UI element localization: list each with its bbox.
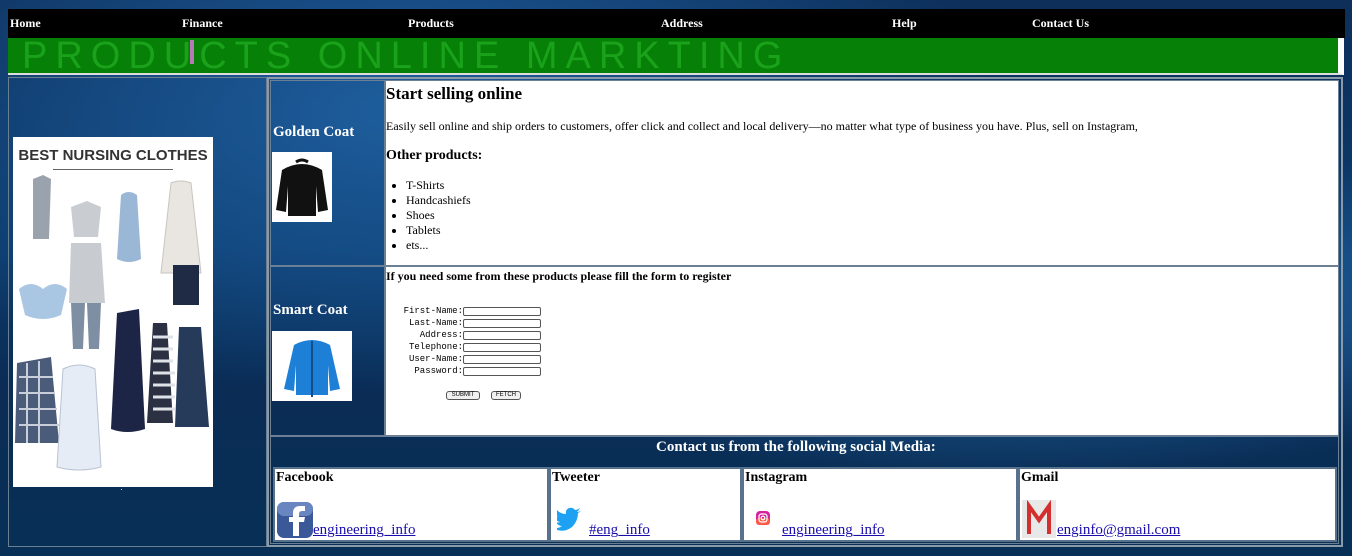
first-name-input[interactable] <box>463 307 541 316</box>
banner-text: PRODUCTS ONLINE MARKTING <box>22 38 791 75</box>
facebook-cell: Facebook engineering_info <box>273 467 549 542</box>
last-name-input[interactable] <box>463 319 541 328</box>
intro-body: Easily sell online and ship orders to cu… <box>386 119 1138 133</box>
telephone-input[interactable] <box>463 343 541 352</box>
fetch-button[interactable]: FETCH <box>491 391 521 400</box>
nav-home-link[interactable]: Home <box>10 16 41 31</box>
twitter-icon[interactable] <box>557 507 583 531</box>
other-products-heading: Other products: <box>386 148 483 163</box>
intro-heading: Start selling online <box>386 84 523 103</box>
nav-address-link[interactable]: Address <box>661 16 703 31</box>
product-list: T-Shirts Handcashiefs Shoes Tablets ets.… <box>386 178 471 253</box>
blue-jacket-icon <box>284 340 340 397</box>
clothes-collage <box>15 175 209 471</box>
last-name-label: Last-Name: <box>408 318 463 328</box>
list-item: Handcashiefs <box>406 193 471 208</box>
address-label: Address: <box>419 330 463 340</box>
twitter-label: Tweeter <box>552 470 600 485</box>
nav-help-link[interactable]: Help <box>892 16 917 31</box>
twitter-cell: Tweeter #eng_info <box>549 467 742 542</box>
intro-cell <box>385 80 1339 266</box>
facebook-link[interactable]: engineering_info <box>313 522 415 539</box>
password-input[interactable] <box>463 367 541 376</box>
password-label: Password: <box>414 366 463 376</box>
gmail-cell: Gmail enginfo@gmail.com <box>1018 467 1337 542</box>
gmail-icon[interactable] <box>1022 500 1056 538</box>
gmail-link[interactable]: enginfo@gmail.com <box>1057 522 1180 539</box>
golden-coat-image <box>272 152 332 222</box>
instagram-cell: Instagram engineering_info <box>742 467 1018 542</box>
instagram-label: Instagram <box>745 470 808 485</box>
instagram-link[interactable]: engineering_info <box>782 522 884 539</box>
instagram-icon[interactable] <box>756 511 770 525</box>
list-item: Shoes <box>406 208 471 223</box>
smart-coat-image <box>272 331 352 401</box>
telephone-label: Telephone: <box>408 342 463 352</box>
smart-coat-title: Smart Coat <box>273 302 348 318</box>
list-item: T-Shirts <box>406 178 471 193</box>
facebook-icon[interactable] <box>277 502 313 538</box>
form-lead-text: If you need some from these products ple… <box>386 269 732 283</box>
first-name-label: First-Name: <box>403 306 463 316</box>
username-label: User-Name: <box>408 354 463 364</box>
navbar: Home Finance Products Address Help Conta… <box>8 9 1345 38</box>
nav-contact-link[interactable]: Contact Us <box>1032 16 1089 31</box>
list-item: ets... <box>406 238 471 253</box>
gmail-label: Gmail <box>1021 470 1059 485</box>
twitter-link[interactable]: #eng_info <box>589 522 650 539</box>
contact-title: Contact us from the following social Med… <box>656 439 936 455</box>
scrolling-banner: PRODUCTS ONLINE MARKTING <box>8 38 1344 75</box>
nav-products-link[interactable]: Products <box>408 16 454 31</box>
nursing-clothes-image: BEST NURSING CLOTHES <box>13 137 213 487</box>
list-item: Tablets <box>406 223 471 238</box>
facebook-label: Facebook <box>276 470 334 485</box>
nav-finance-link[interactable]: Finance <box>182 16 223 31</box>
jacket-icon <box>276 158 328 216</box>
username-input[interactable] <box>463 355 541 364</box>
text-cursor <box>190 40 194 64</box>
golden-coat-title: Golden Coat <box>273 124 355 140</box>
submit-button[interactable]: SUBMIT <box>446 391 480 400</box>
address-input[interactable] <box>463 331 541 340</box>
